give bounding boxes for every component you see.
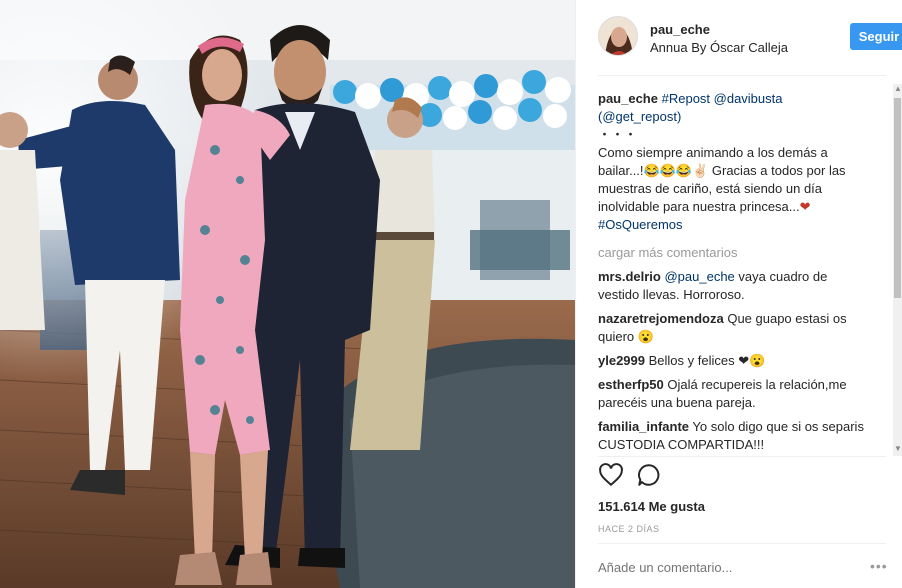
- post-time: HACE 2 DÍAS: [598, 524, 660, 534]
- comments-list: pau_eche #Repost @davibusta (@get_repost…: [598, 90, 866, 452]
- caption-username[interactable]: pau_eche: [598, 91, 658, 106]
- comment-item: estherfp50 Ojalá recupereis la relación,…: [598, 376, 866, 412]
- add-comment-input[interactable]: [598, 560, 858, 575]
- comment-item: familia_infante Yo solo digo que si os s…: [598, 418, 866, 452]
- comment-username[interactable]: familia_infante: [598, 419, 689, 434]
- caption-dots: ・・・: [598, 127, 638, 142]
- comment-item: nazaretrejomendoza Que guapo estasi os q…: [598, 310, 866, 346]
- follow-button[interactable]: Seguir: [850, 23, 902, 50]
- speech-bubble-icon[interactable]: [636, 462, 664, 490]
- comment-text: Bellos y felices ❤😮: [648, 353, 766, 368]
- caption-repost[interactable]: (@get_repost): [598, 109, 681, 124]
- comment-item: yle2999 Bellos y felices ❤😮: [598, 352, 866, 370]
- load-more-comments[interactable]: cargar más comentarios: [598, 244, 866, 262]
- post-header: pau_eche Annua By Óscar Calleja Seguir: [598, 16, 902, 60]
- triangle-up-icon[interactable]: ▲: [894, 84, 902, 94]
- comments-scrollbar[interactable]: ▲ ▼: [893, 84, 902, 456]
- heart-outline-icon-svg: [599, 463, 623, 487]
- comment-username[interactable]: nazaretrejomendoza: [598, 311, 724, 326]
- post-caption: pau_eche #Repost @davibusta (@get_repost…: [598, 90, 866, 234]
- post-photo[interactable]: [0, 0, 575, 588]
- post-username[interactable]: pau_eche: [650, 22, 710, 37]
- scrollbar-thumb[interactable]: [894, 98, 901, 298]
- heart-emoji: ❤: [799, 199, 811, 214]
- caption-hashtag[interactable]: #OsQueremos: [598, 217, 683, 232]
- caption-tags[interactable]: #Repost @davibusta: [662, 91, 783, 106]
- comment-mention[interactable]: @pau_eche: [664, 269, 734, 284]
- more-options-icon[interactable]: •••: [870, 558, 888, 574]
- comment-username[interactable]: estherfp50: [598, 377, 664, 392]
- post-actions: [598, 462, 698, 492]
- photo-scene: [0, 0, 575, 588]
- comment-username[interactable]: mrs.delrio: [598, 269, 661, 284]
- post-side-panel: pau_eche Annua By Óscar Calleja Seguir p…: [575, 0, 902, 588]
- speech-bubble-icon-svg: [638, 464, 660, 486]
- comments-divider: [598, 456, 886, 457]
- avatar-image: [599, 17, 637, 55]
- comment-item: mrs.delrio @pau_eche vaya cuadro de vest…: [598, 268, 866, 304]
- post-location[interactable]: Annua By Óscar Calleja: [650, 40, 788, 55]
- header-divider: [598, 75, 886, 76]
- footer-divider: [598, 543, 886, 544]
- triangle-down-icon[interactable]: ▼: [894, 444, 902, 454]
- user-avatar[interactable]: [598, 16, 638, 56]
- comment-username[interactable]: yle2999: [598, 353, 645, 368]
- likes-count[interactable]: 151.614 Me gusta: [598, 499, 705, 514]
- heart-outline-icon[interactable]: [598, 462, 626, 490]
